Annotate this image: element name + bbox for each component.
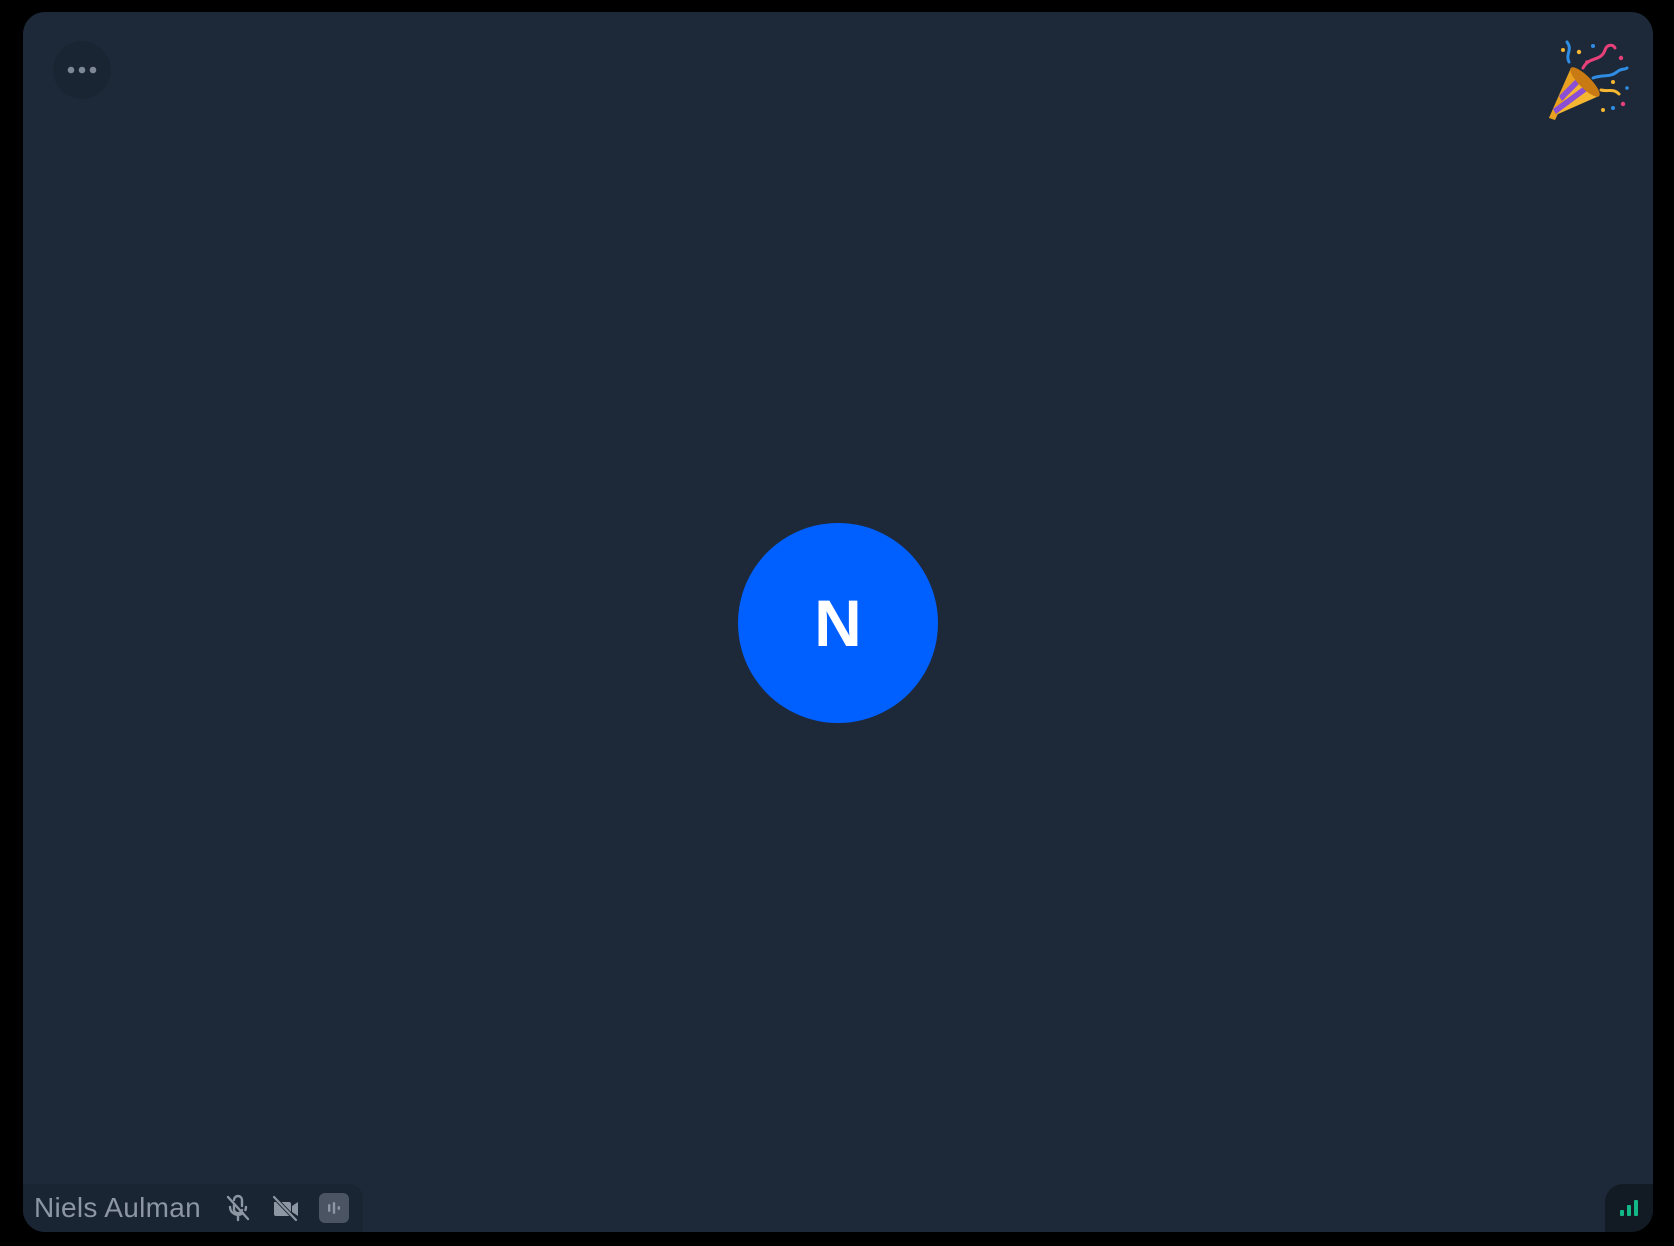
more-horizontal-icon: [67, 66, 97, 74]
participant-name-bar: Niels Aulman: [23, 1184, 364, 1232]
participant-video-tile: N Niels Aulman: [23, 12, 1653, 1232]
party-popper-icon: [1549, 40, 1629, 120]
video-off-icon: [271, 1193, 301, 1223]
tile-menu-button[interactable]: [53, 41, 111, 99]
participant-avatar: N: [738, 523, 938, 723]
avatar-initial: N: [814, 586, 862, 660]
mic-off-icon: [223, 1193, 253, 1223]
reaction-emoji: [1543, 38, 1629, 124]
network-signal-icon: [1620, 1200, 1638, 1216]
network-quality-indicator: [1605, 1184, 1653, 1232]
audio-level-icon: [319, 1193, 350, 1223]
participant-name: Niels Aulman: [34, 1192, 202, 1223]
